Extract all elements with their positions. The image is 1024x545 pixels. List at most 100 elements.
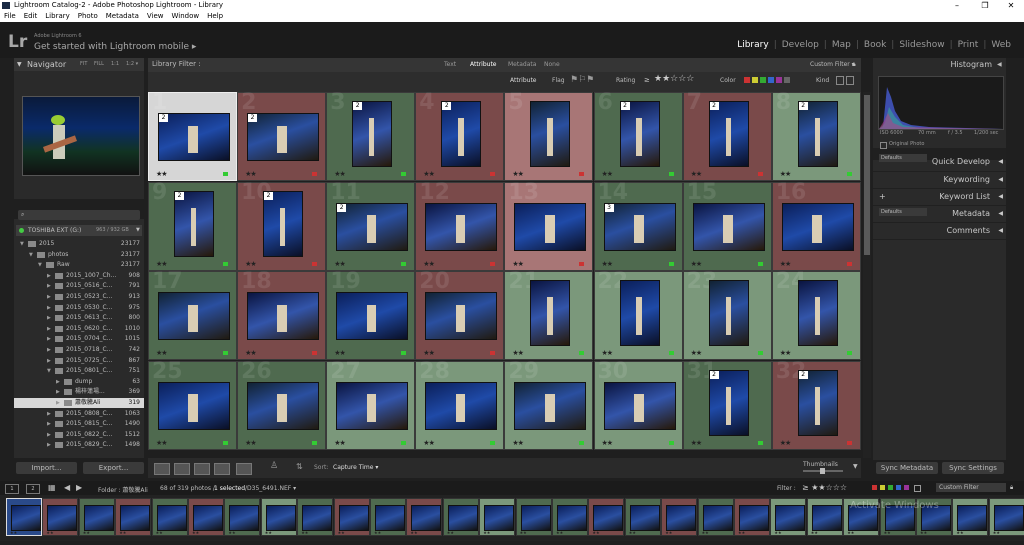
zoom-1-1[interactable]: 1:1: [111, 58, 119, 71]
filter-tab-none[interactable]: None: [544, 61, 560, 68]
comments-row[interactable]: Comments ◀: [873, 222, 1006, 239]
star-rating[interactable]: ★★: [691, 170, 703, 178]
grid-cell[interactable]: 12 ★★: [415, 180, 505, 271]
filmstrip-custom-filter[interactable]: Custom Filter: [936, 483, 1006, 492]
color-label-icon[interactable]: [757, 261, 763, 266]
color-label-icon[interactable]: [223, 440, 228, 445]
grid-cell[interactable]: 3 2 ★★: [326, 92, 416, 181]
collapsed-triangle-icon[interactable]: ▶: [47, 430, 51, 440]
grid-cell[interactable]: 6 2 ★★: [593, 92, 683, 181]
collapsed-triangle-icon[interactable]: ▶: [47, 281, 51, 291]
menu-edit[interactable]: Edit: [20, 11, 42, 22]
stack-count-badge[interactable]: 2: [175, 191, 184, 200]
star-rating[interactable]: ★★: [156, 439, 168, 447]
collapsed-triangle-icon[interactable]: ▶: [47, 334, 51, 344]
color-red-swatch[interactable]: [744, 77, 750, 83]
color-label-icon[interactable]: [223, 351, 228, 355]
filmstrip-color-blue[interactable]: [896, 485, 901, 490]
color-label-icon[interactable]: [223, 261, 228, 266]
sort-direction-icon[interactable]: ⇅: [296, 462, 303, 471]
stack-count-badge[interactable]: 2: [620, 102, 630, 110]
module-library[interactable]: Library: [732, 40, 773, 50]
photo-thumbnail[interactable]: [336, 202, 409, 251]
star-rating[interactable]: ★★: [512, 170, 524, 178]
menu-photo[interactable]: Photo: [74, 11, 102, 22]
sync-settings-button[interactable]: Sync Settings: [942, 462, 1004, 474]
star-rating[interactable]: ★★: [245, 439, 257, 447]
color-label-icon[interactable]: [401, 172, 407, 176]
minimize-icon[interactable]: –: [944, 0, 970, 11]
color-label-icon[interactable]: [312, 172, 318, 176]
menu-window[interactable]: Window: [168, 11, 204, 22]
color-label-icon[interactable]: [490, 440, 496, 445]
collapsed-triangle-icon[interactable]: ▶: [47, 409, 51, 419]
kind-master-icon[interactable]: [836, 76, 844, 85]
color-label-icon[interactable]: [312, 261, 318, 266]
photo-thumbnail[interactable]: [514, 381, 587, 430]
grid-toggle-icon[interactable]: ▦: [48, 483, 56, 492]
kind-copy-icon[interactable]: [846, 76, 854, 85]
folder-row[interactable]: ▶ dump 63: [14, 377, 144, 387]
star-rating[interactable]: ★★: [691, 439, 703, 447]
photo-thumbnail[interactable]: [336, 381, 409, 430]
star-rating[interactable]: ★★: [156, 260, 168, 268]
photo-thumbnail[interactable]: [708, 101, 749, 167]
folder-row[interactable]: ▶ 2015_0613_C... 800: [14, 313, 144, 323]
folder-row[interactable]: ▶ 2015_0620_C... 1010: [14, 324, 144, 334]
histogram-chart[interactable]: [878, 76, 1004, 130]
module-develop[interactable]: Develop: [777, 40, 824, 50]
photo-thumbnail[interactable]: [692, 202, 765, 251]
painter-icon[interactable]: ♙: [270, 461, 278, 471]
color-label-icon[interactable]: [490, 351, 496, 355]
filmstrip-thumbnail[interactable]: ★★: [806, 498, 843, 536]
expanded-triangle-icon[interactable]: ▼: [47, 366, 51, 376]
color-label-icon[interactable]: [312, 440, 318, 445]
menu-view[interactable]: View: [143, 11, 168, 22]
filter-tab-attribute[interactable]: Attribute: [470, 61, 497, 68]
folder-row[interactable]: ▶ 蕭敬騰Ali 319: [14, 398, 144, 408]
collapsed-triangle-icon[interactable]: ▶: [56, 398, 60, 408]
filmstrip-folder[interactable]: Folder : 蕭敬騰Ali: [98, 485, 148, 494]
color-label-icon[interactable]: [401, 440, 407, 445]
stack-count-badge[interactable]: 2: [264, 191, 274, 200]
photo-thumbnail[interactable]: [530, 280, 571, 346]
photo-thumbnail[interactable]: [797, 101, 838, 167]
collapsed-triangle-icon[interactable]: ▶: [47, 419, 51, 429]
star-rating[interactable]: ★★: [156, 170, 168, 178]
color-label-icon[interactable]: [757, 351, 763, 355]
photo-thumbnail[interactable]: [781, 202, 854, 251]
grid-cell[interactable]: 10 2 ★★: [237, 180, 327, 271]
keyword-list-row[interactable]: + Keyword List ◀: [873, 188, 1006, 205]
filmstrip-thumbnail[interactable]: ★★: [442, 498, 479, 536]
grid-cell[interactable]: 13 ★★: [504, 180, 594, 271]
filmstrip-thumbnail[interactable]: ★★: [6, 498, 42, 536]
filmstrip-color-red[interactable]: [872, 485, 877, 490]
color-label-icon[interactable]: [668, 261, 674, 266]
filmstrip-color-purple[interactable]: [904, 485, 909, 490]
folder-row[interactable]: ▶ 2015_0822_C... 1512: [14, 430, 144, 440]
star-rating[interactable]: ★★: [423, 170, 435, 178]
star-rating[interactable]: ★★: [156, 349, 168, 357]
loupe-view-icon[interactable]: [174, 463, 190, 475]
filmstrip-page-2[interactable]: 2: [26, 484, 40, 494]
grid-cell[interactable]: 20 ★★: [415, 269, 505, 360]
import-button[interactable]: Import...: [16, 462, 77, 474]
star-rating[interactable]: ★★: [780, 439, 792, 447]
folder-row[interactable]: ▼ photos 23177: [14, 250, 144, 260]
filmstrip-thumbnail[interactable]: ★★: [479, 498, 516, 536]
filmstrip-thumbnail[interactable]: ★★: [661, 498, 698, 536]
module-book[interactable]: Book: [859, 40, 891, 50]
filmstrip-thumbnail[interactable]: ★★: [188, 498, 224, 536]
filmstrip-thumbnail[interactable]: ★★: [260, 498, 297, 536]
stack-count-badge[interactable]: 3: [604, 203, 614, 212]
filmstrip-thumbnail[interactable]: ★★: [515, 498, 552, 536]
star-rating[interactable]: ★★: [245, 349, 257, 357]
color-label-icon[interactable]: [757, 172, 763, 176]
filmstrip-rating-filter[interactable]: ≥ ★★☆☆☆: [802, 483, 847, 492]
grid-cell[interactable]: 23 ★★: [682, 269, 772, 360]
menu-file[interactable]: File: [0, 11, 20, 22]
grid-cell[interactable]: 22★★: [593, 269, 683, 360]
stack-count-badge[interactable]: 2: [442, 102, 452, 110]
zoom-1-2[interactable]: 1:2 ▾: [126, 58, 138, 71]
filmstrip-color-green[interactable]: [888, 485, 893, 490]
